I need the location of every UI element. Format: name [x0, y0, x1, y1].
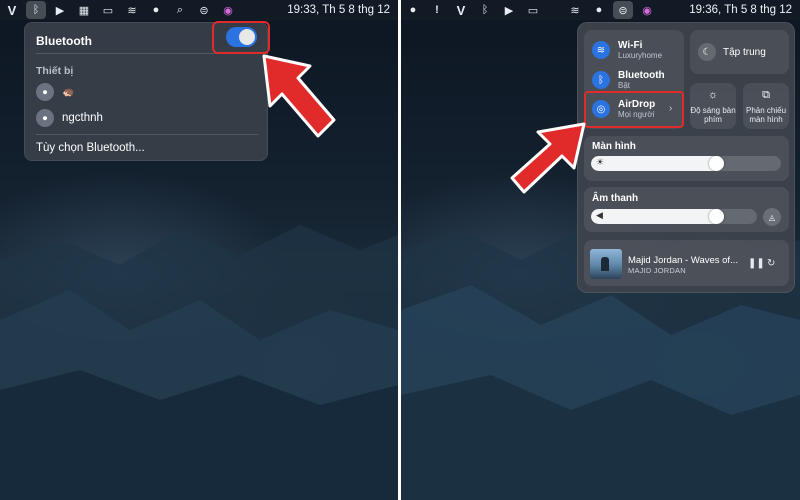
bluetooth-icon: ᛒ	[592, 71, 610, 89]
toggle-highlight-box	[212, 21, 270, 54]
user-icon[interactable]: ●	[589, 1, 609, 19]
menu-bar: ● ! V ᛒ ▶ ▭ ≋ ● ⊜ ◉ 19:36, Th 5 8 thg 12	[401, 0, 800, 20]
volume-slider[interactable]: ◀	[591, 209, 757, 224]
divider	[36, 134, 258, 135]
user-icon[interactable]: ●	[146, 1, 166, 19]
airdrop-highlight-box	[584, 91, 684, 128]
keyboard-brightness-tile[interactable]: ☼ Độ sáng bàn phím	[690, 83, 736, 129]
bluetooth-options-item[interactable]: Tùy chọn Bluetooth...	[36, 142, 145, 154]
v-app-icon[interactable]: V	[451, 1, 471, 19]
now-playing-artist: MAJID JORDAN	[628, 266, 686, 275]
siri-icon[interactable]: ◉	[637, 1, 657, 19]
bluetooth-title: Bluetooth	[618, 70, 665, 81]
pause-icon[interactable]: ❚❚	[748, 258, 765, 269]
wifi-item[interactable]: ≋ Wi-Fi Luxuryhome	[592, 40, 662, 60]
focus-tile[interactable]: ☾ Tập trung	[690, 30, 789, 74]
sun-icon: ☀	[596, 157, 605, 167]
play-icon[interactable]: ▶	[50, 1, 70, 19]
wifi-icon: ≋	[592, 41, 610, 59]
control-center-icon[interactable]: ⊜	[194, 1, 214, 19]
device-item[interactable]: ⏺ ngcthnh	[36, 109, 103, 127]
control-center-icon[interactable]: ⊜	[613, 1, 633, 19]
wifi-title: Wi-Fi	[618, 40, 643, 51]
wifi-icon[interactable]: ≋	[122, 1, 142, 19]
moon-icon: ☾	[698, 43, 716, 61]
battery-icon[interactable]: ▭	[98, 1, 118, 19]
siri-icon[interactable]: ◉	[218, 1, 238, 19]
apple-icon[interactable]: ●	[403, 1, 423, 19]
display-brightness-slider[interactable]: ☀	[591, 156, 781, 171]
slider-knob[interactable]	[708, 209, 724, 224]
mountain-wallpaper	[0, 225, 398, 500]
wifi-icon[interactable]: ≋	[565, 1, 585, 19]
focus-label: Tập trung	[723, 47, 766, 58]
album-artwork	[590, 249, 622, 279]
wifi-network-name: Luxuryhome	[618, 51, 663, 60]
now-playing-title: Majid Jordan - Waves of...	[628, 255, 738, 266]
airpods-icon: ⏺	[36, 83, 54, 101]
replay-icon[interactable]: ↻	[767, 258, 775, 269]
airpods-icon: ⏺	[36, 109, 54, 127]
keyboard-brightness-icon: ☼	[707, 89, 719, 101]
display-label: Màn hình	[592, 141, 636, 152]
red-arrow-pointer	[510, 122, 586, 194]
devices-section-label: Thiết bị	[36, 65, 74, 77]
menu-bar: V ᛒ ▶ ▦ ▭ ≋ ● ⌕ ⊜ ◉ 19:33, Th 5 8 thg 12	[0, 0, 398, 20]
alert-icon[interactable]: !	[427, 1, 447, 19]
bluetooth-item[interactable]: ᛒ Bluetooth Bật	[592, 70, 665, 90]
v-app-icon[interactable]: V	[2, 1, 22, 19]
bluetooth-menu-title: Bluetooth	[36, 34, 92, 48]
screen-mirroring-label: Phản chiếu màn hình	[745, 106, 787, 124]
screen-mirroring-tile[interactable]: ⧉ Phản chiếu màn hình	[743, 83, 789, 129]
device-badge: 🦔	[62, 86, 75, 98]
airplay-icon[interactable]: ◬	[763, 208, 781, 226]
bluetooth-icon[interactable]: ᛒ	[26, 1, 46, 19]
slider-knob[interactable]	[709, 156, 724, 171]
screen-mirroring-icon: ⧉	[762, 89, 770, 101]
search-icon[interactable]: ⌕	[170, 1, 190, 19]
device-item[interactable]: ⏺ 🦔	[36, 83, 74, 101]
keyboard-brightness-label: Độ sáng bàn phím	[690, 106, 736, 124]
bluetooth-status: Bật	[618, 81, 631, 90]
speaker-icon: ◀	[596, 210, 603, 220]
left-screenshot: V ᛒ ▶ ▦ ▭ ≋ ● ⌕ ⊜ ◉ 19:33, Th 5 8 thg 12…	[0, 0, 398, 500]
battery-icon[interactable]: ▭	[523, 1, 543, 19]
play-icon[interactable]: ▶	[499, 1, 519, 19]
device-name: ngcthnh	[62, 112, 103, 124]
red-arrow-pointer	[262, 54, 336, 138]
menu-bar-clock[interactable]: 19:36, Th 5 8 thg 12	[689, 4, 792, 16]
sound-label: Âm thanh	[592, 193, 639, 204]
bluetooth-icon[interactable]: ᛒ	[475, 1, 495, 19]
menu-bar-clock[interactable]: 19:33, Th 5 8 thg 12	[287, 4, 390, 16]
calendar-icon[interactable]: ▦	[74, 1, 94, 19]
